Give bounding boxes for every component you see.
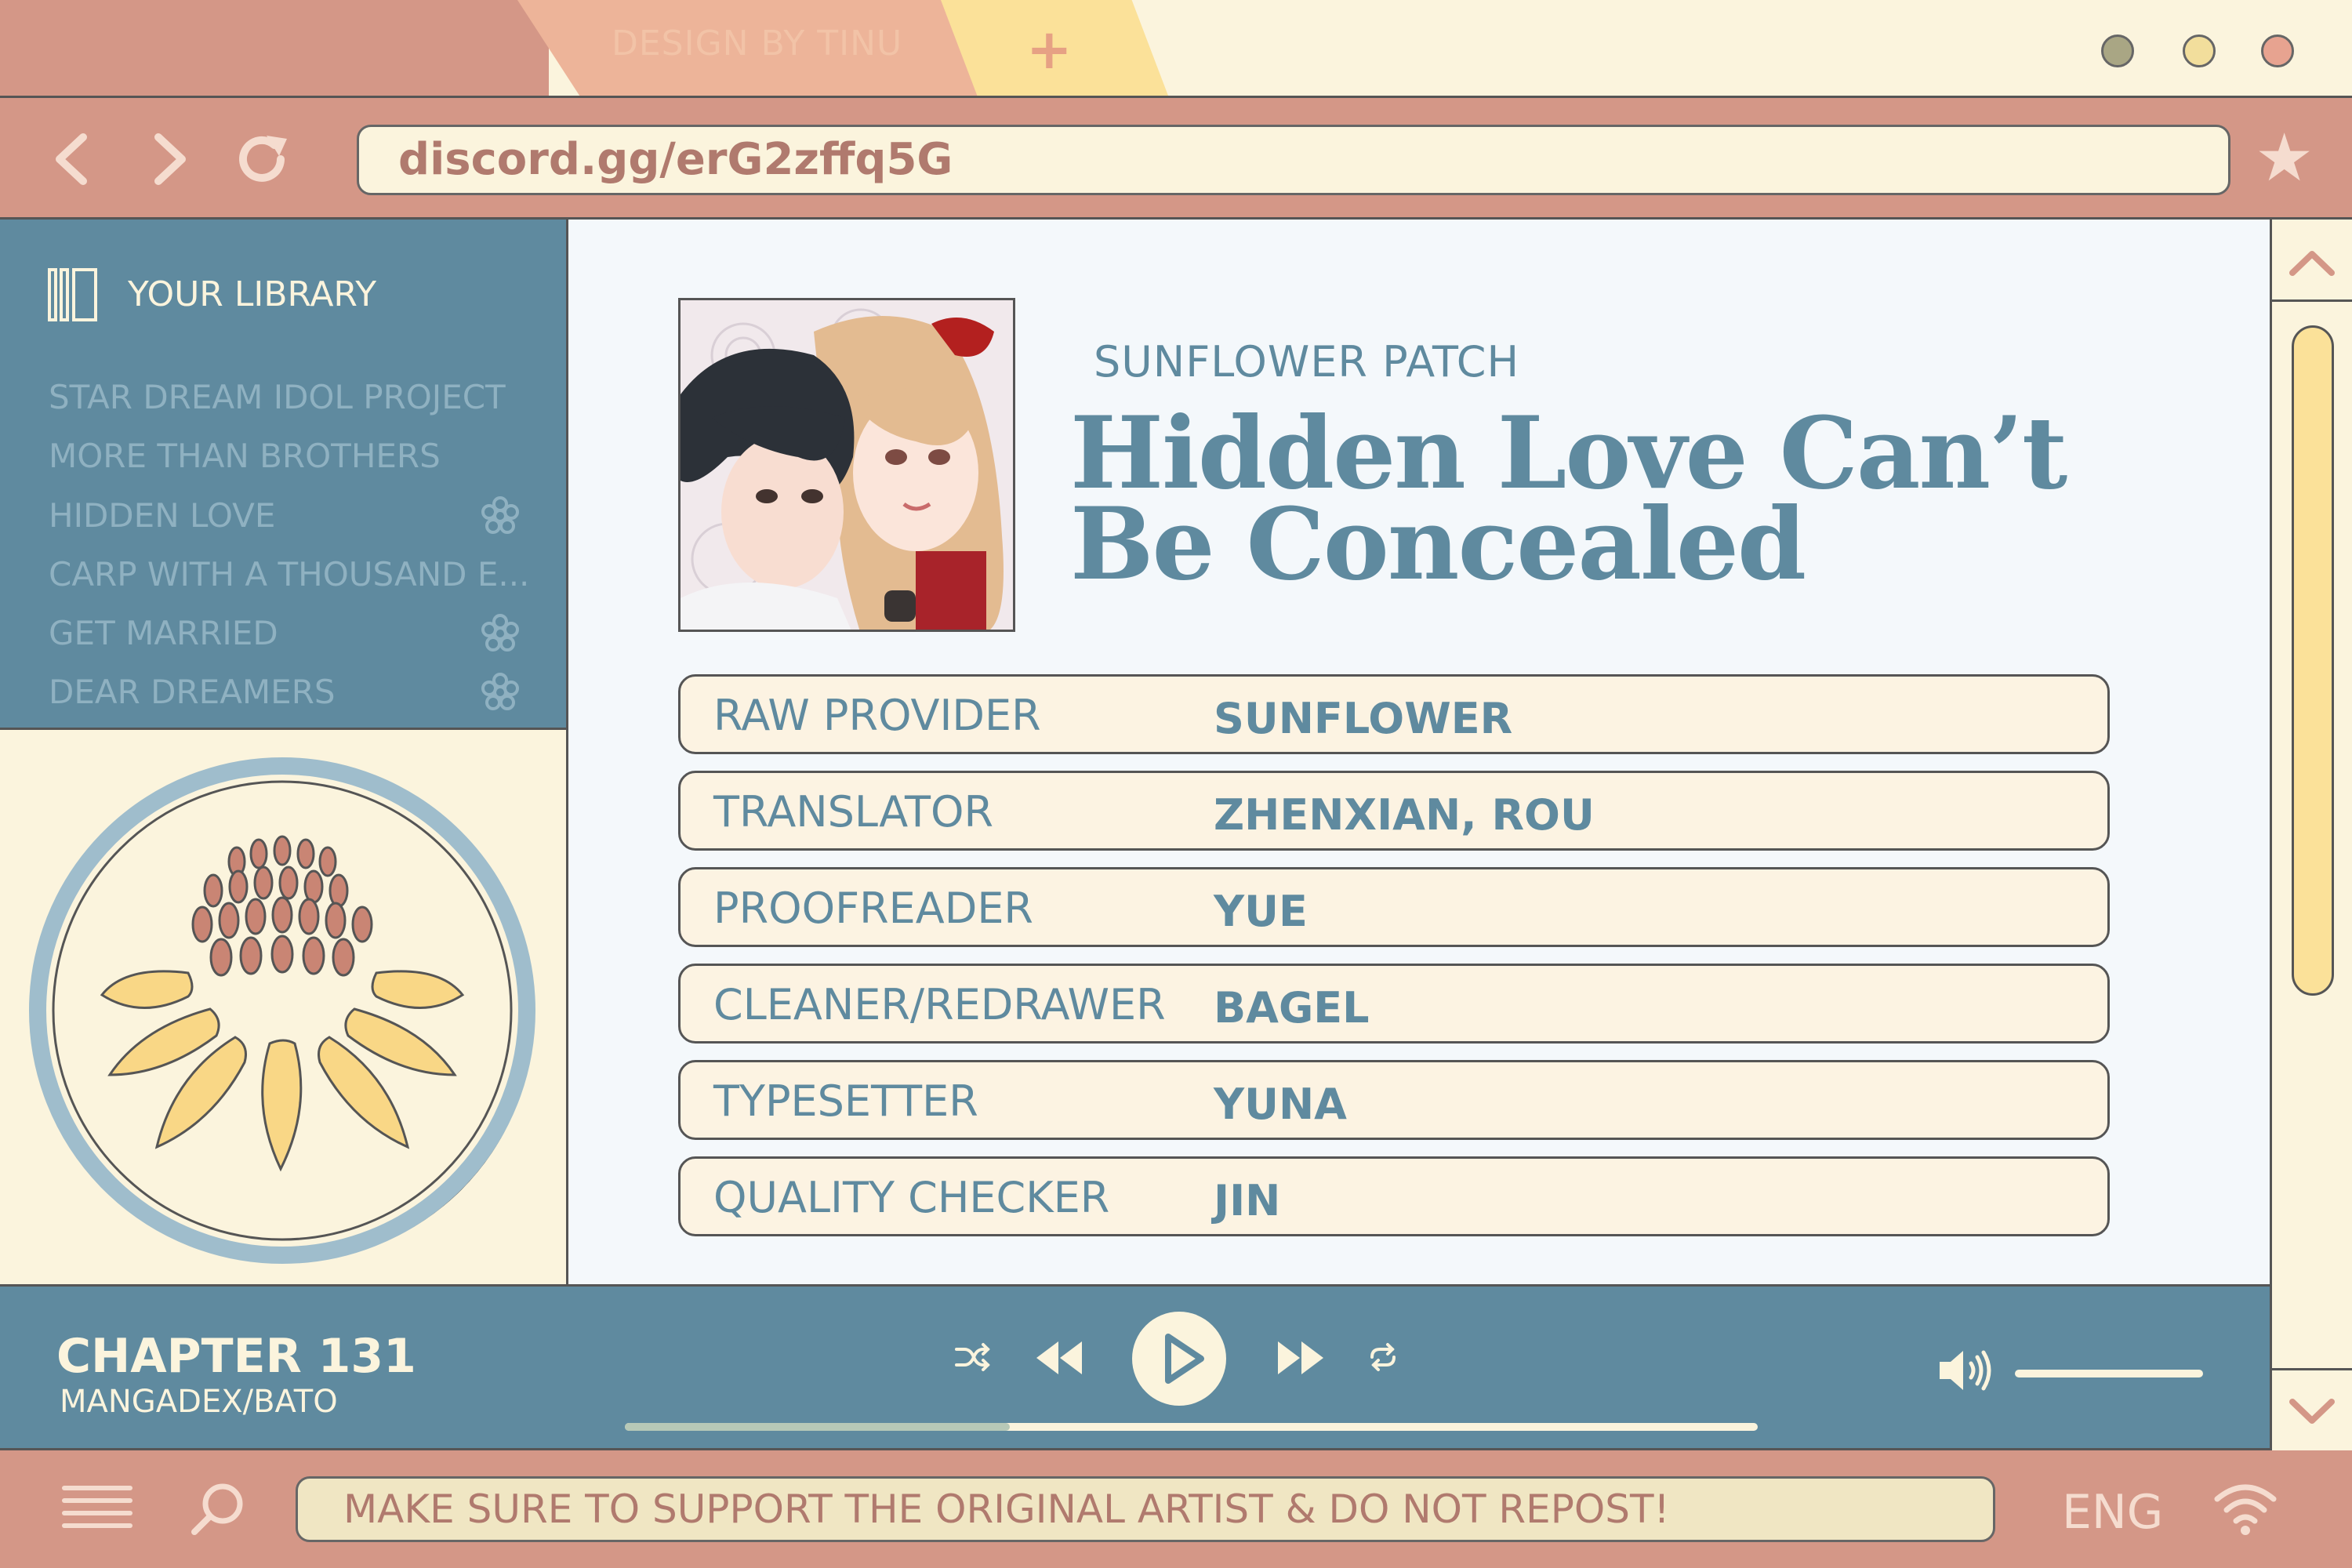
credit-name: ZHENXIAN, ROU <box>1214 790 1595 840</box>
tab-bar: DESIGN BY TINU + <box>0 0 2352 96</box>
group-name: SUNFLOWER PATCH <box>1094 337 1520 387</box>
credit-role: RAW PROVIDER <box>713 691 1041 740</box>
credit-role: PROOFREADER <box>713 884 1033 933</box>
window-maximize-button[interactable] <box>2183 34 2216 67</box>
scrollbar[interactable] <box>2270 220 2352 1450</box>
library-icon <box>48 268 97 321</box>
credit-role: CLEANER/REDRAWER <box>713 980 1166 1029</box>
tab-active-label: DESIGN BY TINU <box>612 24 903 64</box>
chevron-down-icon[interactable] <box>2272 1370 2352 1453</box>
series-title-line-1: Hidden Love Can’t <box>1070 395 2067 511</box>
flower-icon[interactable] <box>480 613 521 654</box>
language-selector[interactable]: ENG <box>2062 1485 2163 1540</box>
library-item-get-married[interactable]: GET MARRIED <box>49 614 278 652</box>
chevron-right-icon[interactable] <box>138 128 201 191</box>
window-close-button[interactable] <box>2261 34 2294 67</box>
rewind-icon[interactable] <box>1033 1338 1085 1377</box>
credit-name: JIN <box>1214 1176 1281 1225</box>
play-icon[interactable] <box>1132 1312 1226 1406</box>
window-minimize-button[interactable] <box>2101 34 2134 67</box>
credit-row: CLEANER/REDRAWER BAGEL <box>678 964 2110 1044</box>
credit-name: YUNA <box>1214 1080 1347 1129</box>
bottom-bar: MAKE SURE TO SUPPORT THE ORIGINAL ARTIST… <box>0 1450 2270 1568</box>
chapter-source: MANGADEX/BATO <box>60 1384 338 1420</box>
navigation-bar: discord.gg/erG2zffq5G ★ <box>0 96 2352 220</box>
credit-role: TYPESETTER <box>713 1076 978 1126</box>
search-icon[interactable] <box>190 1480 246 1537</box>
credit-name: SUNFLOWER <box>1214 694 1513 743</box>
credit-name: BAGEL <box>1214 983 1370 1033</box>
series-title: Hidden Love Can’t Be Concealed <box>1070 395 2207 602</box>
credit-row: PROOFREADER YUE <box>678 867 2110 947</box>
volume-slider[interactable] <box>2015 1370 2203 1377</box>
credit-row: TRANSLATOR ZHENXIAN, ROU <box>678 771 2110 851</box>
address-input[interactable]: discord.gg/erG2zffq5G <box>357 125 2230 195</box>
plus-icon[interactable]: + <box>1026 22 1073 77</box>
credit-role: QUALITY CHECKER <box>713 1173 1110 1222</box>
sunflower-emblem-icon <box>29 757 535 1264</box>
shuffle-icon[interactable] <box>955 1341 991 1373</box>
credit-role: TRANSLATOR <box>713 787 994 837</box>
repeat-icon[interactable] <box>1367 1341 1399 1373</box>
flower-icon[interactable] <box>480 495 521 536</box>
library-item-star-dream-idol-project[interactable]: STAR DREAM IDOL PROJECT <box>49 378 506 416</box>
cover-illustration-icon <box>681 300 1013 630</box>
bottom-right-corner <box>2214 1450 2352 1568</box>
library-item-more-than-brothers[interactable]: MORE THAN BROTHERS <box>49 437 441 475</box>
main-content: SUNFLOWER PATCH Hidden Love Can’t Be Con… <box>568 220 2270 1284</box>
credit-row: QUALITY CHECKER JIN <box>678 1156 2110 1236</box>
progress-fill <box>625 1423 1011 1431</box>
chevron-up-icon[interactable] <box>2272 220 2352 302</box>
credit-name: YUE <box>1214 887 1308 936</box>
volume-icon[interactable] <box>1936 1346 1996 1395</box>
credit-row: TYPESETTER YUNA <box>678 1060 2110 1140</box>
play-button[interactable] <box>1132 1312 1226 1406</box>
chevron-left-icon[interactable] <box>41 128 103 191</box>
tab-bar-left-area <box>0 0 549 96</box>
scroll-down-button[interactable] <box>2272 1368 2352 1450</box>
library-item-dear-dreamers[interactable]: DEAR DREAMERS <box>49 673 336 711</box>
notice-bar: MAKE SURE TO SUPPORT THE ORIGINAL ARTIST… <box>296 1476 1995 1542</box>
refresh-icon[interactable] <box>232 128 295 191</box>
wifi-icon[interactable] <box>2212 1479 2278 1537</box>
menu-icon[interactable] <box>61 1482 133 1537</box>
library-item-carp-with-a-thousand[interactable]: CARP WITH A THOUSAND E... <box>49 555 529 593</box>
scroll-up-button[interactable] <box>2272 220 2352 302</box>
library-sidebar: YOUR LIBRARY STAR DREAM IDOL PROJECT MOR… <box>0 220 568 728</box>
library-title: YOUR LIBRARY <box>128 274 377 314</box>
flower-icon[interactable] <box>480 672 521 713</box>
chapter-title: CHAPTER 131 <box>56 1329 416 1384</box>
star-icon[interactable]: ★ <box>2255 125 2314 191</box>
fast-forward-icon[interactable] <box>1275 1338 1327 1377</box>
series-cover-image <box>678 298 1015 632</box>
credit-row: RAW PROVIDER SUNFLOWER <box>678 674 2110 754</box>
series-title-line-2: Be Concealed <box>1070 486 1806 602</box>
library-item-hidden-love[interactable]: HIDDEN LOVE <box>49 496 275 535</box>
player-bar: CHAPTER 131 MANGADEX/BATO <box>0 1284 2270 1450</box>
scrollbar-thumb[interactable] <box>2292 325 2334 996</box>
emblem-panel <box>0 728 568 1284</box>
